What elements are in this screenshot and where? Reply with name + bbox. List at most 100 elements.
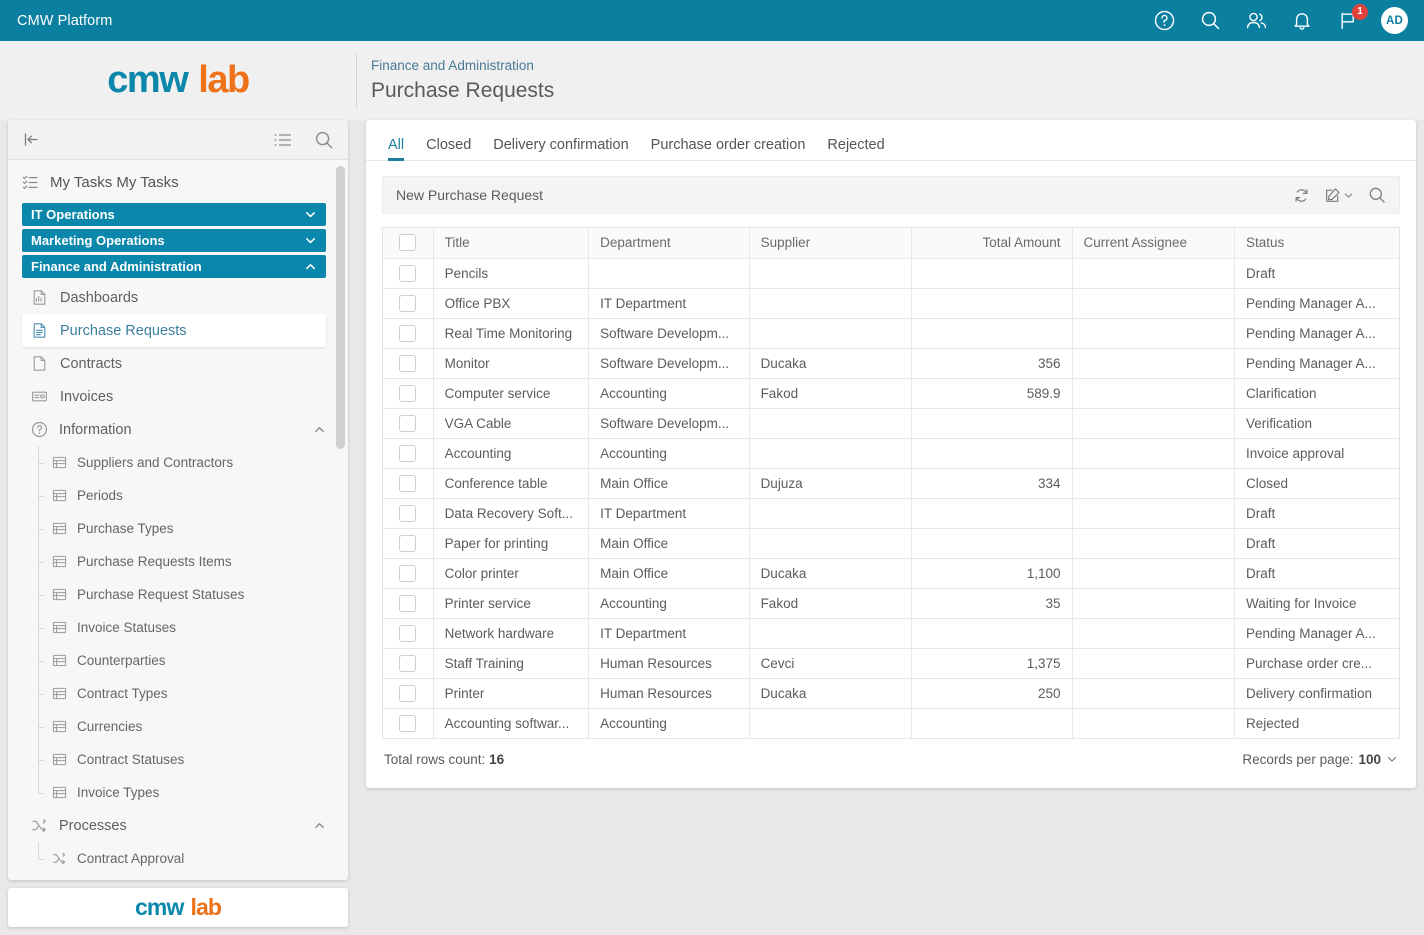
sidebar-search-icon[interactable]: [314, 130, 334, 150]
sidebar-scrollbar[interactable]: [336, 166, 345, 449]
sidebar-subitem-counterparties[interactable]: Counterparties: [22, 644, 326, 677]
row-checkbox[interactable]: [399, 594, 417, 612]
sidebar-subitem-periods[interactable]: Periods: [22, 479, 326, 512]
sidebar-item-invoices[interactable]: Invoices: [22, 380, 326, 413]
breadcrumb[interactable]: Finance and Administration: [371, 56, 554, 77]
cell-title[interactable]: VGA Cable: [433, 408, 590, 439]
row-checkbox[interactable]: [399, 294, 417, 312]
cell-title[interactable]: Staff Training: [433, 648, 590, 679]
cell-title[interactable]: Monitor: [433, 348, 590, 379]
edit-icon[interactable]: [1324, 187, 1354, 204]
sidebar-group-marketing-operations[interactable]: Marketing Operations: [22, 229, 326, 252]
tab-all[interactable]: All: [382, 137, 415, 161]
sidebar-group-finance-and-administration[interactable]: Finance and Administration: [22, 255, 326, 278]
table-row[interactable]: Color printer Main Office Ducaka 1,100 D…: [383, 558, 1399, 589]
cell-title[interactable]: Office PBX: [433, 288, 590, 319]
cell-title[interactable]: Computer service: [433, 378, 590, 409]
table-row[interactable]: Printer Human Resources Ducaka 250 Deliv…: [383, 678, 1399, 709]
refresh-icon[interactable]: [1293, 187, 1310, 204]
table-row[interactable]: Pencils Draft: [383, 258, 1399, 289]
tab-purchase-order-creation[interactable]: Purchase order creation: [640, 137, 817, 161]
row-checkbox[interactable]: [399, 264, 417, 282]
cell-title[interactable]: Data Recovery Soft...: [433, 498, 590, 529]
help-icon[interactable]: [1151, 8, 1177, 34]
table-row[interactable]: Staff Training Human Resources Cevci 1,3…: [383, 648, 1399, 679]
table-row[interactable]: Accounting Accounting Invoice approval: [383, 438, 1399, 469]
sidebar-subitem-contract-statuses[interactable]: Contract Statuses: [22, 743, 326, 776]
cell-title[interactable]: Color printer: [433, 558, 590, 589]
cell-title[interactable]: Printer service: [433, 588, 590, 619]
sidebar-item-contracts[interactable]: Contracts: [22, 347, 326, 380]
row-checkbox[interactable]: [399, 564, 417, 582]
sidebar-section-processes[interactable]: Processes: [22, 809, 326, 842]
avatar[interactable]: AD: [1381, 7, 1408, 34]
sidebar-subitem-contract-approval[interactable]: Contract Approval: [22, 842, 326, 875]
tab-delivery-confirmation[interactable]: Delivery confirmation: [482, 137, 639, 161]
cell-title[interactable]: Pencils: [433, 258, 590, 289]
sidebar-group-it-operations[interactable]: IT Operations: [22, 203, 326, 226]
list-view-icon[interactable]: [273, 131, 293, 149]
notifications-bell-icon[interactable]: [1289, 8, 1315, 34]
table-row[interactable]: Paper for printing Main Office Draft: [383, 528, 1399, 559]
tab-rejected[interactable]: Rejected: [816, 137, 895, 161]
column-header-department[interactable]: Department: [588, 228, 750, 259]
row-checkbox[interactable]: [399, 534, 417, 552]
sidebar-subitem-purchase-types[interactable]: Purchase Types: [22, 512, 326, 545]
search-icon[interactable]: [1197, 8, 1223, 34]
select-all-checkbox[interactable]: [399, 234, 417, 252]
sidebar-subitem-purchase-requests-items[interactable]: Purchase Requests Items: [22, 545, 326, 578]
flag-icon[interactable]: 1: [1335, 3, 1368, 34]
sidebar-subitem-currencies[interactable]: Currencies: [22, 710, 326, 743]
row-checkbox[interactable]: [399, 444, 417, 462]
table-row[interactable]: Computer service Accounting Fakod 589.9 …: [383, 378, 1399, 409]
table-row[interactable]: Accounting softwar... Accounting Rejecte…: [383, 708, 1399, 739]
row-checkbox[interactable]: [399, 354, 417, 372]
row-checkbox[interactable]: [399, 504, 417, 522]
sidebar-item-dashboards[interactable]: Dashboards: [22, 281, 326, 314]
brand-logo[interactable]: cmw lab: [0, 59, 356, 102]
row-checkbox[interactable]: [399, 414, 417, 432]
sidebar-subitem-contract-types[interactable]: Contract Types: [22, 677, 326, 710]
collapse-sidebar-icon[interactable]: [22, 130, 41, 149]
table-row[interactable]: Real Time Monitoring Software Developm..…: [383, 318, 1399, 349]
table-row[interactable]: Data Recovery Soft... IT Department Draf…: [383, 498, 1399, 529]
column-header-total-amount[interactable]: Total Amount: [911, 228, 1073, 259]
table-row[interactable]: Network hardware IT Department Pending M…: [383, 618, 1399, 649]
row-checkbox[interactable]: [399, 384, 417, 402]
sidebar-footer-logo[interactable]: cmw lab: [8, 888, 348, 927]
records-per-page-selector[interactable]: Records per page: 100: [1242, 752, 1398, 767]
sidebar-subitem-invoice-statuses[interactable]: Invoice Statuses: [22, 611, 326, 644]
table-row[interactable]: Office PBX IT Department Pending Manager…: [383, 288, 1399, 319]
new-purchase-request-button[interactable]: New Purchase Request: [396, 187, 543, 203]
cell-title[interactable]: Network hardware: [433, 618, 590, 649]
sidebar-subitem-invoice-types[interactable]: Invoice Types: [22, 776, 326, 809]
table-row[interactable]: Monitor Software Developm... Ducaka 356 …: [383, 348, 1399, 379]
tab-closed[interactable]: Closed: [415, 137, 482, 161]
cell-title[interactable]: Paper for printing: [433, 528, 590, 559]
column-header-title[interactable]: Title: [433, 228, 590, 259]
table-row[interactable]: VGA Cable Software Developm... Verificat…: [383, 408, 1399, 439]
cell-title[interactable]: Accounting: [433, 438, 590, 469]
column-header-status[interactable]: Status: [1234, 228, 1399, 259]
people-icon[interactable]: [1243, 8, 1269, 34]
cell-title[interactable]: Printer: [433, 678, 590, 709]
sidebar-subitem-suppliers-and-contractors[interactable]: Suppliers and Contractors: [22, 446, 326, 479]
sidebar-subitem-purchase-request-statuses[interactable]: Purchase Request Statuses: [22, 578, 326, 611]
row-checkbox[interactable]: [399, 654, 417, 672]
sidebar-item-my-tasks[interactable]: My Tasks My Tasks: [8, 165, 348, 200]
table-row[interactable]: Printer service Accounting Fakod 35 Wait…: [383, 588, 1399, 619]
cell-title[interactable]: Real Time Monitoring: [433, 318, 590, 349]
row-checkbox[interactable]: [399, 714, 417, 732]
column-header-current-assignee[interactable]: Current Assignee: [1072, 228, 1235, 259]
sidebar-item-purchase-requests[interactable]: Purchase Requests: [22, 314, 326, 347]
row-checkbox[interactable]: [399, 324, 417, 342]
grid-search-icon[interactable]: [1368, 186, 1386, 204]
column-header-supplier[interactable]: Supplier: [749, 228, 913, 259]
cell-title[interactable]: Accounting softwar...: [433, 708, 590, 739]
table-row[interactable]: Conference table Main Office Dujuza 334 …: [383, 468, 1399, 499]
cell-title[interactable]: Conference table: [433, 468, 590, 499]
row-checkbox[interactable]: [399, 624, 417, 642]
row-checkbox[interactable]: [399, 684, 417, 702]
sidebar-section-information[interactable]: Information: [22, 413, 326, 446]
row-checkbox[interactable]: [399, 474, 417, 492]
